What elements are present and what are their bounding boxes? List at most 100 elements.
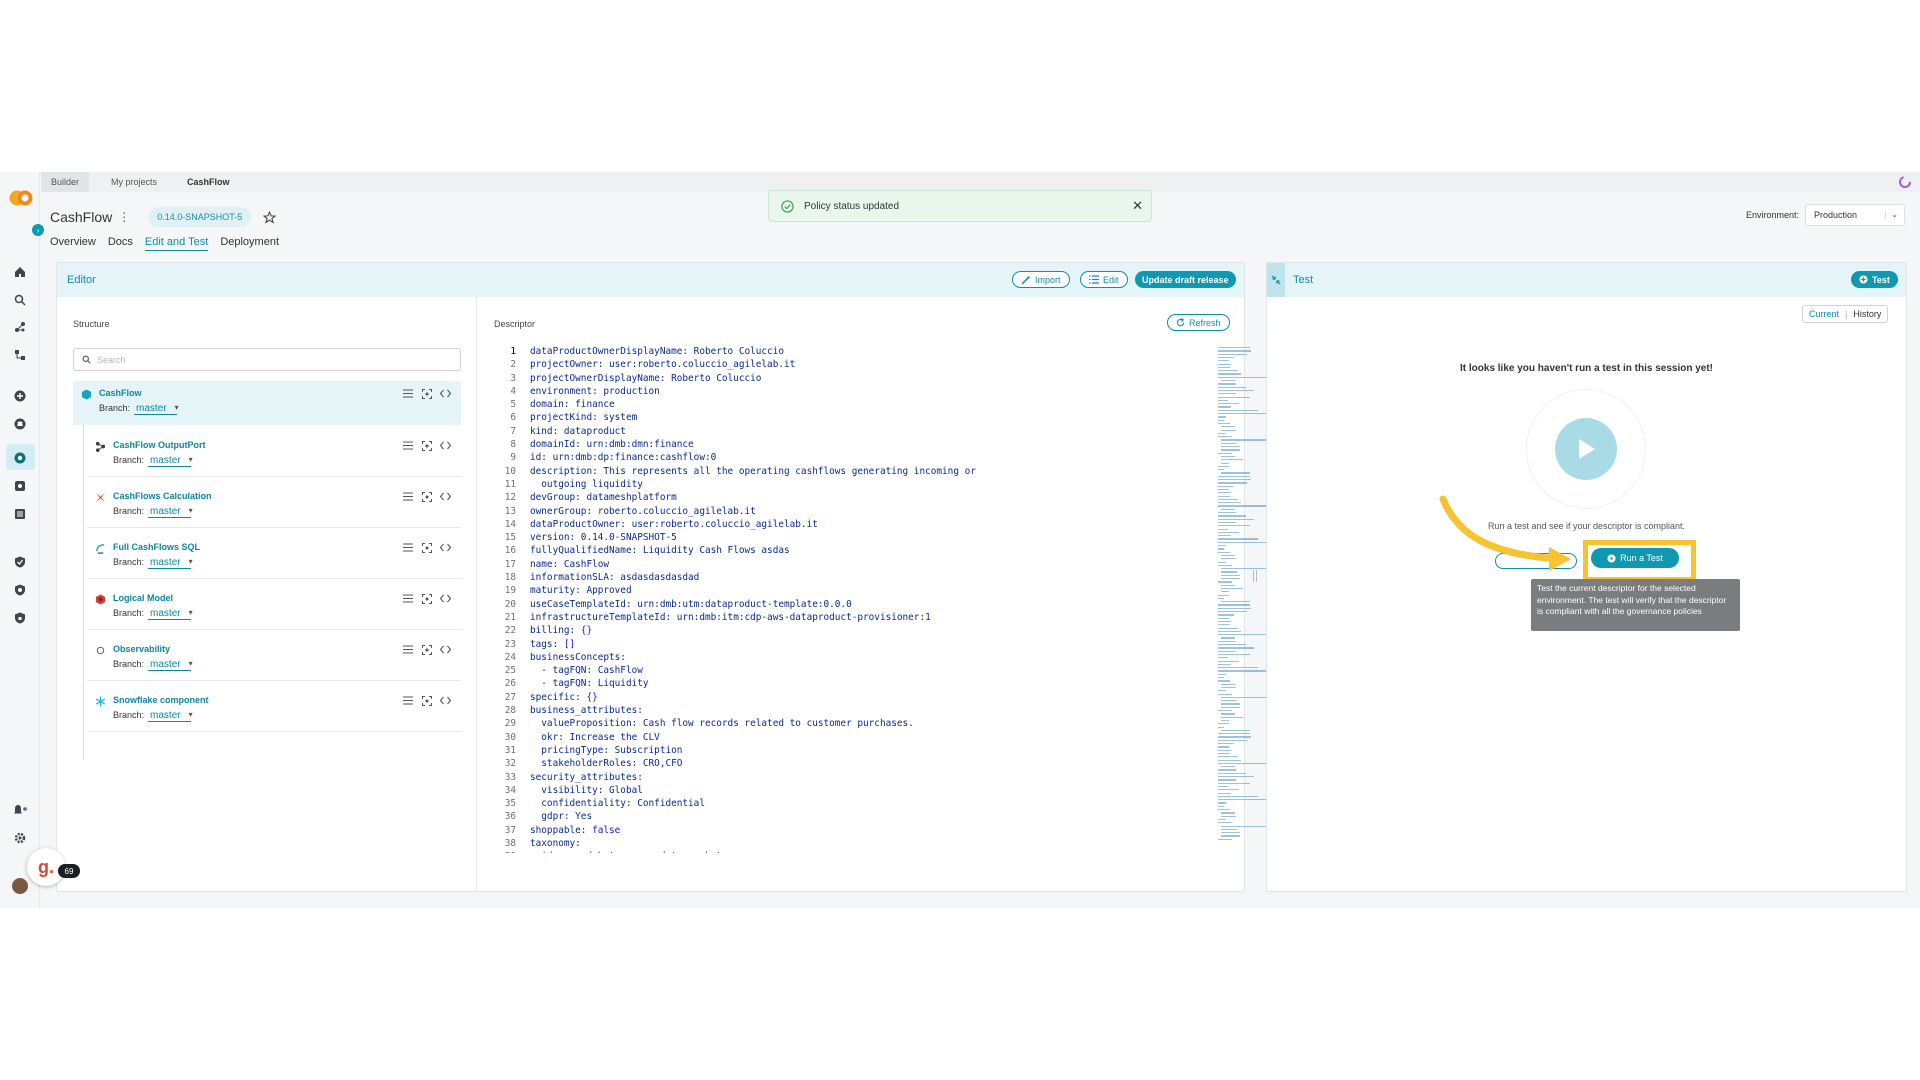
home-icon[interactable] bbox=[12, 264, 28, 280]
code-icon[interactable] bbox=[440, 440, 451, 451]
minimap-line bbox=[1218, 452, 1232, 454]
branch-dropdown[interactable]: master ▾ bbox=[148, 506, 193, 518]
code-line: 15 version: 0.14.0-SNAPSHOT-5 bbox=[494, 531, 1164, 544]
run-a-test-button[interactable]: Run a Test bbox=[1591, 548, 1679, 568]
list-icon[interactable] bbox=[402, 542, 413, 553]
tab-docs[interactable]: Docs bbox=[108, 236, 133, 251]
code-line: 16 fullyQualifiedName: Liquidity Cash Flo… bbox=[494, 544, 1164, 557]
code-line: 33 security_attributes: bbox=[494, 771, 1164, 784]
builder-icon[interactable] bbox=[12, 450, 28, 466]
expand-sidebar-icon[interactable]: › bbox=[32, 224, 44, 236]
minimap-line bbox=[1221, 716, 1243, 718]
list-icon[interactable] bbox=[402, 593, 413, 604]
tree-node-snowflake[interactable]: Snowflake component Branch: master ▾ bbox=[87, 688, 461, 732]
code-icon[interactable] bbox=[440, 695, 451, 706]
tab-overview[interactable]: Overview bbox=[50, 236, 96, 251]
notifications-bell-icon[interactable] bbox=[12, 802, 28, 818]
security-shield-icon[interactable] bbox=[12, 610, 28, 626]
test-panel: Test Test Current | History It looks lik… bbox=[1266, 262, 1907, 892]
app-logo[interactable] bbox=[9, 190, 33, 206]
tree-node-logical-model[interactable]: Logical Model Branch: master ▾ bbox=[87, 586, 461, 630]
tab-deployment[interactable]: Deployment bbox=[220, 236, 279, 251]
list-icon[interactable] bbox=[402, 695, 413, 706]
breadcrumb-my-projects[interactable]: My projects bbox=[111, 172, 157, 192]
focus-icon[interactable] bbox=[421, 593, 432, 604]
refresh-button[interactable]: Refresh bbox=[1167, 314, 1230, 331]
minimap-line bbox=[1218, 736, 1251, 738]
environment-dropdown[interactable]: Production ⌄ bbox=[1805, 204, 1906, 226]
edit-button[interactable]: Edit bbox=[1080, 271, 1128, 288]
focus-icon[interactable] bbox=[421, 388, 432, 399]
test-title: Test bbox=[1293, 274, 1314, 286]
code-icon[interactable] bbox=[440, 542, 451, 553]
collapse-icon[interactable] bbox=[1267, 263, 1285, 297]
focus-icon[interactable] bbox=[421, 491, 432, 502]
code-line: 23 tags: [] bbox=[494, 638, 1164, 651]
code-icon[interactable] bbox=[440, 491, 451, 502]
tree-node-calculation[interactable]: CashFlows Calculation Branch: master ▾ bbox=[87, 484, 461, 528]
graph-icon[interactable] bbox=[12, 319, 28, 335]
project-tabs: Overview Docs Edit and Test Deployment bbox=[50, 236, 279, 251]
code-line: 28 business_attributes: bbox=[494, 704, 1164, 717]
breadcrumb-builder[interactable]: Builder bbox=[41, 172, 90, 192]
minimap-line bbox=[1218, 416, 1226, 418]
minimap-line bbox=[1221, 700, 1238, 702]
branch-dropdown[interactable]: master ▾ bbox=[148, 455, 193, 467]
tree-node-observability[interactable]: Observability Branch: master ▾ bbox=[87, 637, 461, 681]
tab-edit-and-test[interactable]: Edit and Test bbox=[144, 236, 209, 251]
minimap-line bbox=[1221, 462, 1229, 464]
focus-icon[interactable] bbox=[421, 440, 432, 451]
marketplace-icon[interactable] bbox=[12, 478, 28, 494]
tree-node-output-port[interactable]: CashFlow OutputPort Branch: master ▾ bbox=[87, 433, 461, 477]
node-actions bbox=[402, 695, 451, 706]
more-options-icon[interactable]: ⋮ bbox=[118, 210, 130, 224]
toast-close-icon[interactable]: ✕ bbox=[1132, 198, 1143, 214]
minimap-line bbox=[1218, 604, 1250, 606]
code-line: 12 devGroup: datameshplatform bbox=[494, 491, 1164, 504]
tree-node-sql[interactable]: Full CashFlows SQL Branch: master ▾ bbox=[87, 535, 461, 579]
tab-current[interactable]: Current bbox=[1809, 309, 1839, 319]
focus-icon[interactable] bbox=[421, 695, 432, 706]
code-icon[interactable] bbox=[440, 644, 451, 655]
list-icon[interactable] bbox=[402, 491, 413, 502]
minimap-line bbox=[1218, 469, 1225, 471]
tree-node-root[interactable]: CashFlow Branch: master ▾ bbox=[73, 381, 461, 425]
list-icon[interactable] bbox=[402, 440, 413, 451]
branch-dropdown[interactable]: master ▾ bbox=[148, 710, 193, 722]
documents-icon[interactable] bbox=[12, 506, 28, 522]
branch-dropdown[interactable]: master ▾ bbox=[148, 659, 193, 671]
test-button[interactable]: Test bbox=[1851, 271, 1898, 288]
list-icon[interactable] bbox=[402, 388, 413, 399]
code-icon[interactable] bbox=[440, 593, 451, 604]
minimap-line bbox=[1221, 812, 1235, 814]
code-icon[interactable] bbox=[440, 388, 451, 399]
branch-dropdown[interactable]: master ▾ bbox=[148, 557, 193, 569]
update-draft-release-button[interactable]: Update draft release bbox=[1135, 271, 1236, 288]
list-icon[interactable] bbox=[402, 644, 413, 655]
code-line: 11 outgoing liquidity bbox=[494, 478, 1164, 491]
user-avatar[interactable] bbox=[12, 878, 28, 894]
branch-dropdown[interactable]: master ▾ bbox=[148, 608, 193, 620]
panel-resize-handle[interactable] bbox=[1251, 570, 1259, 588]
focus-icon[interactable] bbox=[421, 542, 432, 553]
focus-icon[interactable] bbox=[421, 644, 432, 655]
structure-search-input[interactable]: Search bbox=[73, 348, 461, 371]
minimap-line bbox=[1218, 667, 1258, 669]
database-icon[interactable] bbox=[12, 416, 28, 432]
minimap-line bbox=[1221, 578, 1240, 580]
add-circle-icon[interactable] bbox=[12, 388, 28, 404]
minimap-line bbox=[1218, 482, 1247, 484]
branch-dropdown[interactable]: master ▾ bbox=[134, 403, 179, 415]
minimap-line bbox=[1221, 815, 1236, 817]
governance-shield-icon[interactable] bbox=[12, 554, 28, 570]
hierarchy-icon[interactable] bbox=[12, 347, 28, 363]
code-line: 25 - tagFQN: CashFlow bbox=[494, 664, 1164, 677]
import-button[interactable]: Import bbox=[1012, 271, 1070, 288]
tab-history[interactable]: History bbox=[1853, 309, 1881, 319]
favorite-star-icon[interactable] bbox=[263, 210, 277, 224]
search-icon[interactable] bbox=[12, 292, 28, 308]
yaml-code-editor[interactable]: 1 dataProductOwnerDisplayName: Roberto Co… bbox=[494, 345, 1164, 853]
settings-gear-icon[interactable] bbox=[12, 830, 28, 846]
code-line: 4 environment: production bbox=[494, 385, 1164, 398]
policy-shield-icon[interactable] bbox=[12, 582, 28, 598]
